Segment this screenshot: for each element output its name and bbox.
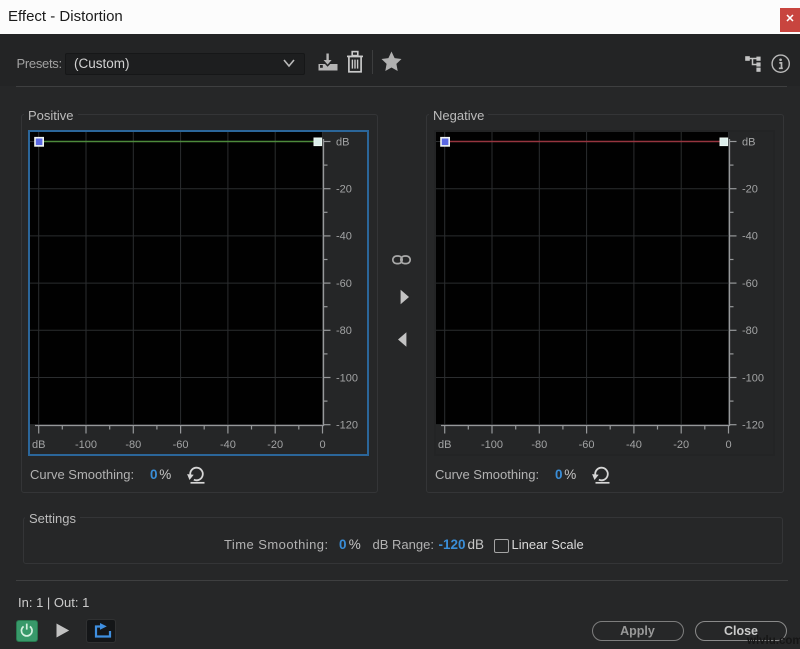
svg-text:dB: dB <box>742 136 755 148</box>
svg-text:-40: -40 <box>742 231 758 243</box>
svg-text:-20: -20 <box>742 184 758 196</box>
svg-text:-60: -60 <box>578 439 594 451</box>
svg-text:dB: dB <box>336 136 349 148</box>
svg-text:-80: -80 <box>336 325 352 337</box>
svg-text:-120: -120 <box>336 420 358 432</box>
svg-text:dB: dB <box>437 439 450 451</box>
svg-text:-20: -20 <box>673 439 689 451</box>
svg-text:dB: dB <box>32 439 45 451</box>
svg-text:0: 0 <box>319 439 325 451</box>
svg-text:-40: -40 <box>336 231 352 243</box>
svg-text:-100: -100 <box>75 439 97 451</box>
svg-text:-120: -120 <box>742 420 764 432</box>
svg-text:-80: -80 <box>742 325 758 337</box>
svg-text:-40: -40 <box>220 439 236 451</box>
svg-text:-100: -100 <box>336 372 358 384</box>
svg-text:-20: -20 <box>336 184 352 196</box>
svg-text:-40: -40 <box>625 439 641 451</box>
svg-text:-20: -20 <box>267 439 283 451</box>
svg-text:-80: -80 <box>531 439 547 451</box>
svg-text:-60: -60 <box>173 439 189 451</box>
svg-text:-60: -60 <box>742 278 758 290</box>
svg-text:-80: -80 <box>125 439 141 451</box>
svg-text:-60: -60 <box>336 278 352 290</box>
svg-text:-100: -100 <box>742 372 764 384</box>
svg-text:-100: -100 <box>480 439 502 451</box>
svg-text:0: 0 <box>725 439 731 451</box>
